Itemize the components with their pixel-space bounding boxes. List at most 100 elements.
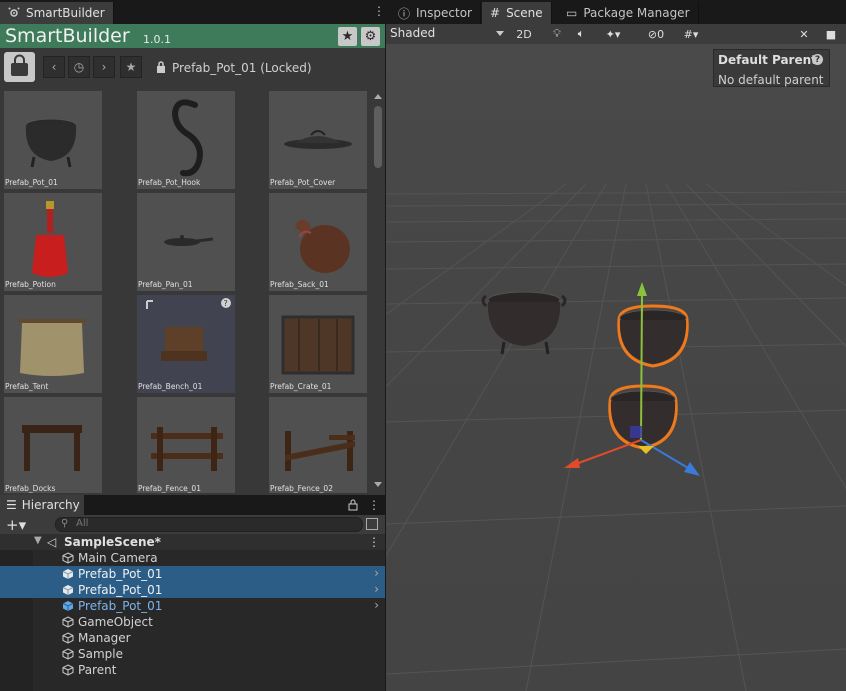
favorite-button[interactable]: ★ bbox=[338, 27, 357, 46]
hierarchy-search-input[interactable]: ⚲ All bbox=[55, 517, 363, 532]
selected-pot-object[interactable] bbox=[608, 384, 678, 450]
shading-mode-dropdown[interactable]: Shaded bbox=[390, 26, 504, 42]
hierarchy-item[interactable]: GameObject bbox=[0, 614, 385, 630]
hierarchy-item-selected[interactable]: Prefab_Pot_01 › bbox=[0, 582, 385, 598]
potion-icon bbox=[32, 201, 68, 277]
fence-icon bbox=[151, 427, 223, 471]
hierarchy-item-label: Sample bbox=[78, 647, 123, 661]
default-parent-overlay: Default Parent ? No default parent bbox=[713, 49, 830, 87]
tab-scene[interactable]: # Scene bbox=[482, 2, 552, 24]
asset-tile[interactable]: Prefab_Sack_01 bbox=[269, 193, 367, 291]
star-icon: ★ bbox=[125, 60, 137, 74]
smartbuilder-nav: ‹ ◷ › ★ Prefab_Pot_01 (Locked) bbox=[0, 48, 385, 88]
scene-menu-icon[interactable]: ⋮ bbox=[368, 535, 380, 549]
selected-pot-object[interactable] bbox=[617, 304, 689, 368]
forward-button[interactable]: › bbox=[93, 56, 115, 78]
smartbuilder-icon bbox=[8, 7, 20, 17]
hierarchy-item[interactable]: Sample bbox=[0, 646, 385, 662]
hidden-count: 0 bbox=[657, 27, 665, 41]
asset-tile[interactable]: Prefab_Pot_01 bbox=[4, 91, 102, 189]
hierarchy-item[interactable]: Prefab_Pot_01 › bbox=[0, 598, 385, 614]
add-object-button[interactable]: +▾ bbox=[6, 516, 26, 534]
asset-tile[interactable]: Prefab_Potion bbox=[4, 193, 102, 291]
hierarchy-item[interactable]: Parent bbox=[0, 662, 385, 678]
asset-tile[interactable]: Prefab_Crate_01 bbox=[269, 295, 367, 393]
gameobject-cube-icon bbox=[62, 648, 74, 660]
hierarchy-item-selected[interactable]: Prefab_Pot_01 › bbox=[0, 566, 385, 582]
speaker-icon: 🔈︎ bbox=[577, 27, 585, 40]
tab-smartbuilder[interactable]: SmartBuilder bbox=[0, 2, 114, 24]
shading-mode-value: Shaded bbox=[390, 26, 436, 40]
asset-tile[interactable]: Prefab_Pot_Hook bbox=[137, 91, 235, 189]
scroll-up-icon[interactable] bbox=[374, 94, 382, 99]
grid-dropdown[interactable]: #▾ bbox=[676, 26, 706, 42]
lightbulb-icon: 💡︎ bbox=[553, 27, 561, 40]
tab-package-manager[interactable]: ▭ Package Manager bbox=[558, 2, 699, 24]
asset-tile[interactable]: Prefab_Fence_02 bbox=[269, 397, 367, 493]
asset-label: Prefab_Pot_01 bbox=[5, 178, 58, 187]
prefab-cube-icon bbox=[62, 585, 74, 595]
lock-icon[interactable] bbox=[348, 499, 358, 511]
effects-dropdown[interactable]: ✦▾ bbox=[598, 26, 628, 42]
scene-tabbar: ⓘ Inspector # Scene ▭ Package Manager bbox=[386, 0, 846, 24]
history-button[interactable]: ◷ bbox=[68, 56, 90, 78]
dropdown-arrow-icon bbox=[496, 31, 504, 36]
panel-menu-icon[interactable]: ⋮ bbox=[368, 498, 380, 512]
asset-tile[interactable]: Prefab_Pan_01 bbox=[137, 193, 235, 291]
sack-icon bbox=[295, 219, 350, 273]
scene-viewport[interactable] bbox=[386, 44, 846, 691]
tent-icon bbox=[18, 319, 86, 376]
hierarchy-item-label: Main Camera bbox=[78, 551, 158, 565]
scene-visibility-icon[interactable] bbox=[366, 518, 378, 530]
chevron-right-icon[interactable]: › bbox=[374, 582, 379, 596]
panel-menu-icon[interactable]: ⋮ bbox=[373, 4, 385, 18]
chevron-right-icon[interactable]: › bbox=[374, 598, 379, 612]
asset-tile[interactable]: Prefab_Pot_Cover bbox=[269, 91, 367, 189]
asset-tile[interactable]: Prefab_Tent bbox=[4, 295, 102, 393]
back-button[interactable]: ‹ bbox=[43, 56, 65, 78]
broken-fence-icon bbox=[285, 431, 355, 471]
asset-grid-scrollbar[interactable] bbox=[371, 88, 385, 493]
scroll-thumb[interactable] bbox=[374, 106, 382, 168]
shop-bag-button[interactable] bbox=[4, 52, 35, 82]
pan-icon bbox=[164, 235, 214, 246]
package-icon: ▭ bbox=[566, 6, 578, 20]
hierarchy-item[interactable]: Manager bbox=[0, 630, 385, 646]
asset-label: Prefab_Tent bbox=[5, 382, 49, 391]
asset-label: Prefab_Potion bbox=[5, 280, 56, 289]
help-icon[interactable]: ? bbox=[812, 54, 823, 65]
pot-icon bbox=[25, 118, 77, 168]
smartbuilder-version: 1.0.1 bbox=[143, 33, 171, 46]
asset-grid: Prefab_Pot_01 Prefab_Pot_Hook Prefab_Pot… bbox=[0, 88, 371, 493]
asset-tile-selected[interactable]: ? Prefab_Bench_01 bbox=[137, 295, 235, 393]
audio-toggle[interactable]: 🔈︎ bbox=[574, 26, 588, 42]
hierarchy-item[interactable]: Main Camera bbox=[0, 550, 385, 566]
favorites-button[interactable]: ★ bbox=[120, 56, 142, 78]
asset-tile[interactable]: Prefab_Fence_01 bbox=[137, 397, 235, 493]
chevron-right-icon[interactable]: › bbox=[374, 566, 379, 580]
tab-hierarchy[interactable]: ☰ Hierarchy bbox=[0, 495, 84, 515]
lighting-toggle[interactable]: 💡︎ bbox=[550, 26, 564, 42]
tab-inspector[interactable]: ⓘ Inspector bbox=[390, 2, 481, 24]
camera-button[interactable]: ■ bbox=[822, 26, 840, 42]
list-icon: ☰ bbox=[6, 498, 17, 512]
chevron-left-icon: ‹ bbox=[51, 60, 57, 74]
scroll-down-icon[interactable] bbox=[374, 482, 382, 487]
tools-button[interactable]: ✕ bbox=[796, 26, 812, 42]
locked-prefab-label: Prefab_Pot_01 (Locked) bbox=[172, 61, 312, 75]
asset-label: Prefab_Pan_01 bbox=[138, 280, 193, 289]
toggle-2d-button[interactable]: 2D bbox=[512, 26, 536, 42]
info-icon: ⓘ bbox=[398, 6, 411, 21]
smartbuilder-title: SmartBuilder bbox=[5, 25, 130, 47]
asset-tile[interactable]: Prefab_Docks bbox=[4, 397, 102, 493]
asset-label: Prefab_Pot_Hook bbox=[138, 178, 201, 187]
lock-icon bbox=[157, 61, 165, 73]
search-icon: ⚲ bbox=[61, 518, 69, 529]
hidden-objects-toggle[interactable]: ⊘ 0 bbox=[642, 26, 670, 42]
tab-hierarchy-label: Hierarchy bbox=[21, 498, 80, 512]
settings-button[interactable]: ⚙ bbox=[361, 27, 380, 46]
asset-label: Prefab_Crate_01 bbox=[270, 382, 332, 391]
smartbuilder-panel: SmartBuilder ⋮ SmartBuilder 1.0.1 ★ ⚙ ‹ … bbox=[0, 0, 385, 691]
expand-arrow-icon[interactable]: ▼ bbox=[34, 535, 42, 546]
scene-row[interactable]: ▼ ◁ SampleScene* ⋮ bbox=[0, 534, 385, 550]
